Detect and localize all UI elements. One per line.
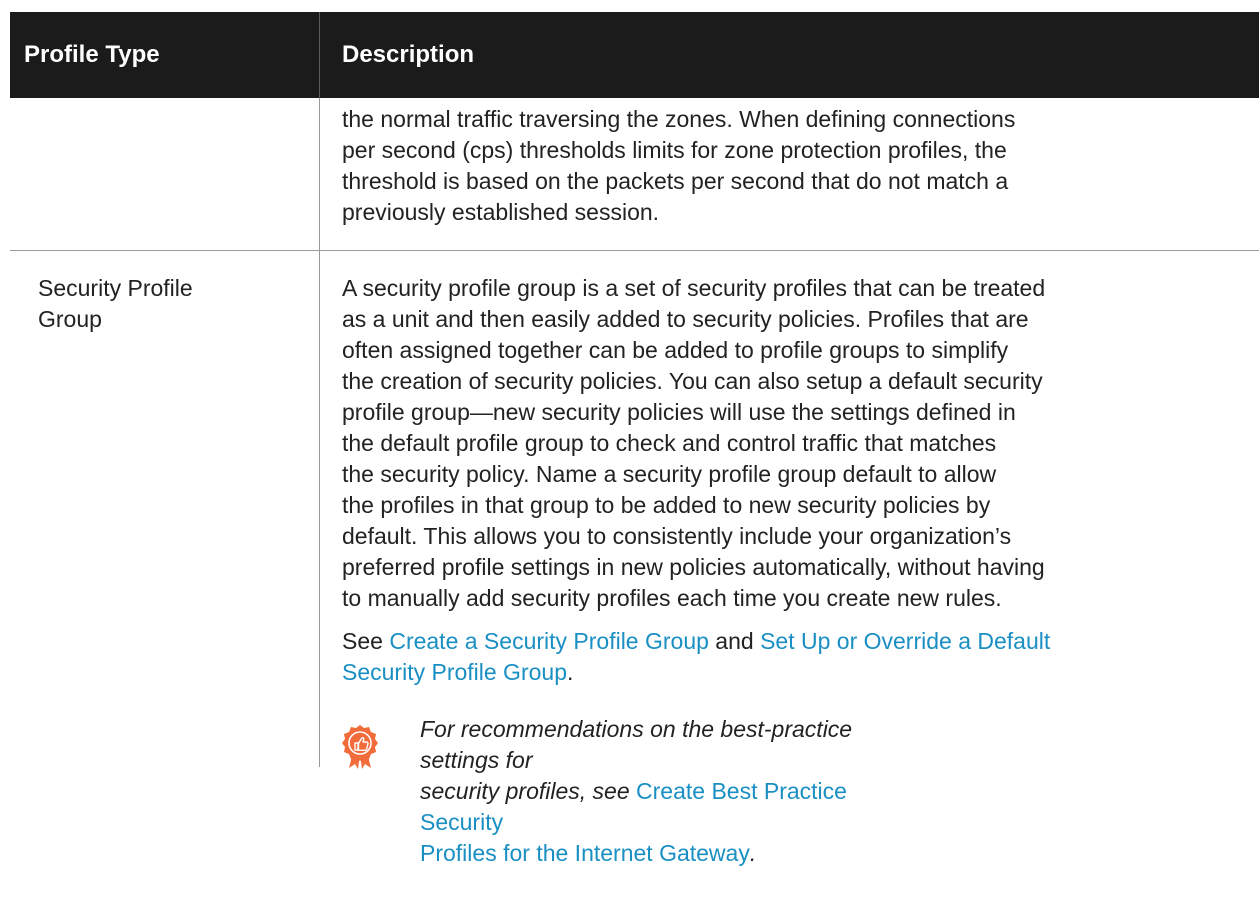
- column-header-profile-type: Profile Type: [10, 12, 320, 98]
- see-suffix: .: [566, 659, 574, 685]
- description-line: the default profile group to check and c…: [342, 430, 997, 456]
- note-line: For recommendations on the best-practice…: [420, 716, 853, 773]
- description-line: profile group—new security policies will…: [342, 399, 1016, 425]
- link-create-best-practice-profiles-cont[interactable]: Profiles for the Internet Gateway: [420, 840, 750, 866]
- note-suffix: .: [749, 840, 757, 866]
- see-also-paragraph: See Create a Security Profile Group and …: [342, 626, 1245, 657]
- description-line: often assigned together can be added to …: [342, 337, 1009, 363]
- table-row: Security Profile Group A security profil…: [10, 251, 1259, 869]
- link-create-security-profile-group[interactable]: Create a Security Profile Group: [389, 628, 709, 654]
- link-set-up-override-default-group[interactable]: Set Up or Override a Default: [760, 628, 1050, 654]
- description-line: the creation of security policies. You c…: [342, 368, 1043, 394]
- note-line: security profiles, see Create Best Pract…: [420, 776, 860, 838]
- description-line: to manually add security profiles each t…: [342, 585, 1002, 611]
- description-line: per second (cps) thresholds limits for z…: [342, 137, 1007, 163]
- profile-type-cell: [10, 98, 320, 250]
- profile-type-line: Group: [38, 306, 102, 332]
- description-cell: the normal traffic traversing the zones.…: [320, 98, 1259, 250]
- best-practice-note: For recommendations on the best-practice…: [342, 714, 1245, 869]
- description-line: the security policy. Name a security pro…: [342, 461, 997, 487]
- link-set-up-override-default-group-cont[interactable]: Security Profile Group: [342, 659, 567, 685]
- description-line: the normal traffic traversing the zones.…: [342, 106, 1016, 132]
- see-also-paragraph-cont: Security Profile Group.: [342, 657, 1245, 688]
- table-header: Profile Type Description: [10, 12, 1259, 98]
- description-line: preferred profile settings in new polici…: [342, 554, 1045, 580]
- see-prefix: See: [342, 628, 390, 654]
- profile-type-cell: Security Profile Group: [10, 251, 320, 767]
- description-line: the profiles in that group to be added t…: [342, 492, 991, 518]
- description-line: default. This allows you to consistently…: [342, 523, 1012, 549]
- note-text: security profiles, see: [420, 778, 637, 804]
- see-mid: and: [708, 628, 761, 654]
- description-line: A security profile group is a set of sec…: [342, 275, 1046, 301]
- best-practice-note-text: For recommendations on the best-practice…: [420, 714, 860, 869]
- description-cell: A security profile group is a set of sec…: [320, 251, 1259, 869]
- description-line: as a unit and then easily added to secur…: [342, 306, 1029, 332]
- description-line: previously established session.: [342, 199, 660, 225]
- best-practice-badge-icon: [342, 725, 378, 769]
- column-header-description: Description: [342, 41, 475, 68]
- description-line: threshold is based on the packets per se…: [342, 168, 1009, 194]
- note-line: Profiles for the Internet Gateway.: [420, 838, 860, 869]
- table-row: the normal traffic traversing the zones.…: [10, 98, 1259, 251]
- profile-types-table: Profile Type Description the normal traf…: [10, 12, 1259, 869]
- profile-type-line: Security Profile: [38, 275, 193, 301]
